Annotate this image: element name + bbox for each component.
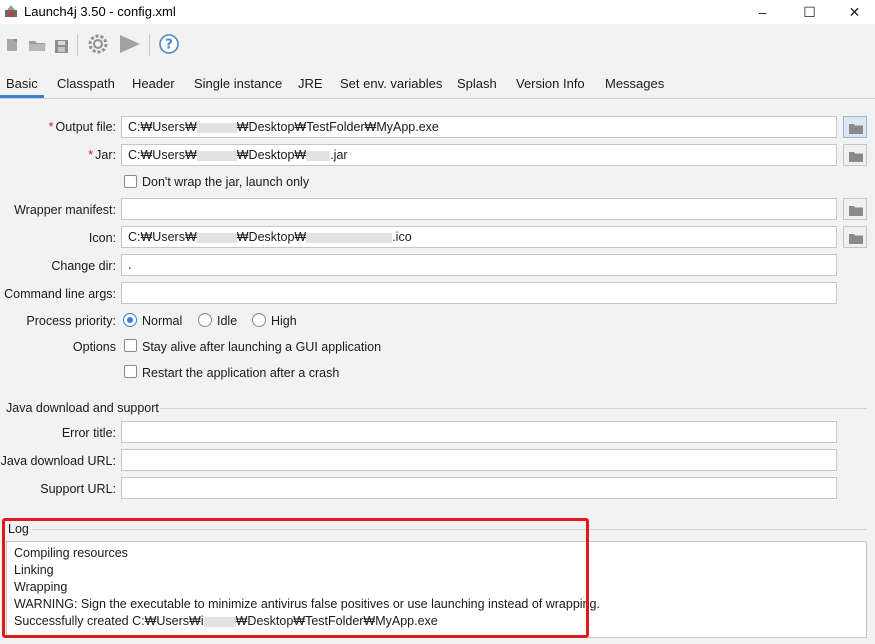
support-url-label: Support URL:: [40, 482, 116, 496]
group-divider: [160, 408, 867, 409]
tab-set-env-variables[interactable]: Set env. variables: [340, 76, 442, 91]
redacted-text: [306, 150, 331, 161]
stay-alive-label: Stay alive after launching a GUI applica…: [142, 340, 382, 354]
priority-normal-radio[interactable]: [123, 313, 137, 327]
required-marker: *: [48, 120, 54, 134]
group-divider: [32, 529, 867, 530]
save-icon[interactable]: [50, 32, 74, 56]
tab-splash[interactable]: Splash: [457, 76, 497, 91]
tab-bar: Basic Classpath Header Single instance J…: [0, 68, 875, 99]
log-line: Compiling resources: [14, 546, 128, 560]
redacted-text: [306, 232, 393, 243]
launch4j-app-icon: [5, 5, 17, 17]
tab-jre[interactable]: JRE: [298, 76, 323, 91]
close-button[interactable]: ✕: [832, 0, 875, 24]
java-download-url-label: Java download URL:: [0, 454, 116, 468]
jar-label: * Jar:: [88, 148, 116, 162]
folder-icon: [849, 234, 863, 244]
restart-checkbox[interactable]: [124, 365, 137, 378]
folder-icon: [849, 152, 863, 162]
priority-idle-radio[interactable]: [198, 313, 212, 327]
log-group-title: Log: [8, 522, 29, 536]
tab-header[interactable]: Header: [132, 76, 175, 91]
output-file-browse-button[interactable]: [843, 116, 867, 138]
toolbar: ?: [0, 28, 875, 62]
redacted-text: [203, 616, 236, 627]
toolbar-separator: [77, 34, 78, 56]
redacted-text: [196, 232, 237, 243]
support-url-field[interactable]: [121, 477, 837, 499]
command-line-args-field[interactable]: [121, 282, 837, 304]
change-dir-label: Change dir:: [51, 259, 116, 273]
output-file-field[interactable]: C:₩Users₩ ₩Desktop₩TestFolder₩MyApp.exe: [121, 116, 837, 138]
folder-icon: [849, 124, 863, 134]
command-line-args-label: Command line args:: [4, 287, 116, 301]
tab-classpath[interactable]: Classpath: [57, 76, 115, 91]
help-icon[interactable]: ?: [157, 32, 181, 56]
icon-label: Icon:: [88, 231, 116, 245]
priority-high-radio[interactable]: [252, 313, 266, 327]
open-icon[interactable]: [26, 32, 50, 56]
wrapper-manifest-field[interactable]: [121, 198, 837, 220]
error-title-field[interactable]: [121, 421, 837, 443]
minimize-button[interactable]: –: [740, 0, 785, 24]
jar-field[interactable]: C:₩Users₩ ₩Desktop₩ .jar: [121, 144, 837, 166]
wrapper-manifest-browse-button[interactable]: [843, 198, 867, 220]
priority-high-label: High: [271, 314, 297, 328]
svg-text:?: ?: [165, 38, 173, 53]
priority-idle-label: Idle: [217, 314, 238, 328]
maximize-button[interactable]: ☐: [787, 0, 832, 24]
tab-version-info[interactable]: Version Info: [516, 76, 585, 91]
change-dir-field[interactable]: .: [121, 254, 837, 276]
redacted-text: [196, 122, 237, 133]
folder-icon: [849, 206, 863, 216]
log-line: Successfully created C:₩Users₩i ₩Desktop₩…: [14, 614, 438, 628]
new-icon[interactable]: [2, 32, 26, 56]
window-title: Launch4j 3.50 - config.xml: [24, 4, 176, 19]
run-icon[interactable]: [118, 32, 142, 56]
error-title-label: Error title:: [61, 426, 116, 440]
tab-single-instance[interactable]: Single instance: [194, 76, 282, 91]
priority-normal-label: Normal: [142, 314, 183, 328]
tab-basic[interactable]: Basic: [6, 76, 38, 91]
log-line: Linking: [14, 563, 54, 577]
java-download-url-field[interactable]: [121, 449, 837, 471]
output-file-label: * Output file:: [48, 120, 116, 134]
log-line: WARNING: Sign the executable to minimize…: [14, 597, 600, 611]
icon-browse-button[interactable]: [843, 226, 867, 248]
stay-alive-checkbox[interactable]: [124, 339, 137, 352]
icon-field[interactable]: C:₩Users₩ ₩Desktop₩ .ico: [121, 226, 837, 248]
toolbar-separator: [149, 34, 150, 56]
dont-wrap-checkbox[interactable]: [124, 175, 137, 188]
java-download-group-title: Java download and support: [6, 401, 159, 415]
options-label: Options: [72, 340, 116, 354]
title-bar: Launch4j 3.50 - config.xml – ☐ ✕: [0, 0, 875, 24]
required-marker: *: [88, 148, 94, 162]
tab-messages[interactable]: Messages: [605, 76, 664, 91]
build-icon[interactable]: [86, 32, 110, 56]
process-priority-label: Process priority:: [26, 314, 116, 328]
restart-label: Restart the application after a crash: [142, 366, 340, 380]
active-tab-indicator: [0, 95, 44, 98]
wrapper-manifest-label: Wrapper manifest:: [14, 203, 116, 217]
log-line: Wrapping: [14, 580, 68, 594]
redacted-text: [196, 150, 237, 161]
jar-browse-button[interactable]: [843, 144, 867, 166]
dont-wrap-label: Don't wrap the jar, launch only: [142, 175, 310, 189]
